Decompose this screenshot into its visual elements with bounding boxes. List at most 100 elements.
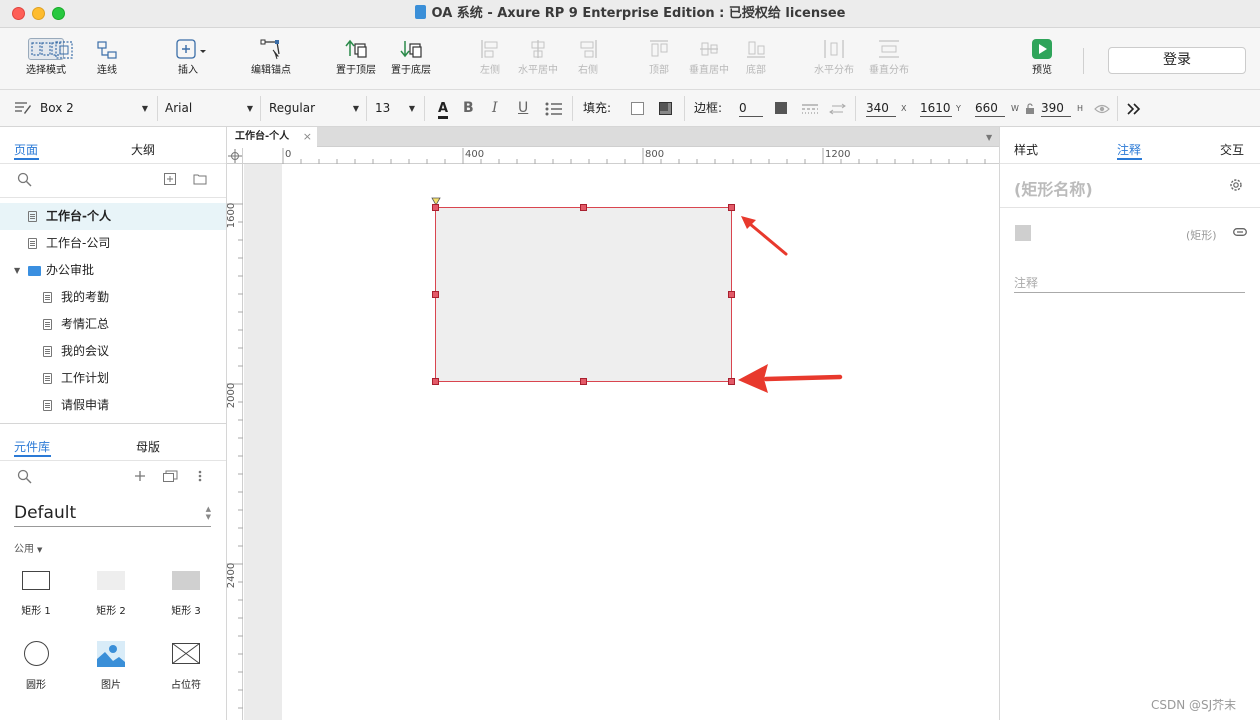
- page-item[interactable]: 工作台-公司: [0, 230, 226, 257]
- page-item[interactable]: 我的考勤: [0, 284, 226, 311]
- connect-button[interactable]: 连线: [88, 28, 126, 90]
- widget-rectangle-3[interactable]: 矩形 3: [156, 567, 216, 621]
- distribute-horizontal-button[interactable]: 水平分布: [810, 28, 858, 90]
- right-panel: 样式 注释 交互 (矩形名称) (矩形) 注释: [999, 127, 1260, 720]
- crop-select-button[interactable]: [51, 28, 77, 90]
- selected-rectangle-box[interactable]: [435, 207, 732, 382]
- tab-pages[interactable]: 页面: [14, 141, 38, 158]
- page-item[interactable]: 我的会议: [0, 338, 226, 365]
- document-tab[interactable]: 工作台-个人 ×: [227, 127, 317, 148]
- y-input[interactable]: 1610: [920, 100, 952, 117]
- settings-button[interactable]: [1228, 177, 1244, 193]
- caret-down-icon: ▼: [408, 104, 415, 113]
- widget-label: 圆形: [26, 680, 46, 691]
- border-label: 边框:: [694, 101, 723, 115]
- align-right-button[interactable]: 右侧: [572, 28, 604, 90]
- page-item[interactable]: 工作台-个人: [0, 203, 226, 230]
- w-input[interactable]: 660: [975, 100, 1005, 117]
- align-top-button[interactable]: 顶部: [643, 28, 675, 90]
- tab-outline[interactable]: 大纲: [131, 141, 155, 158]
- arrow-style-button[interactable]: [829, 103, 847, 115]
- library-copy-button[interactable]: [163, 470, 178, 482]
- library-search-button[interactable]: [17, 469, 32, 484]
- tab-interactions[interactable]: 交互: [1220, 141, 1244, 158]
- insert-icon: [176, 39, 206, 59]
- visibility-toggle[interactable]: [1094, 103, 1110, 115]
- insert-button[interactable]: 插入: [166, 28, 210, 90]
- list-button[interactable]: [545, 102, 563, 116]
- folder-item[interactable]: ▼ 办公审批: [0, 257, 226, 284]
- tab-notes[interactable]: 注释: [1117, 141, 1141, 158]
- shape-name-input[interactable]: (矩形名称): [1014, 176, 1224, 200]
- add-page-button[interactable]: [164, 173, 176, 185]
- border-color-swatch[interactable]: [775, 102, 787, 114]
- search-icon: [17, 172, 32, 187]
- align-bottom-button[interactable]: 底部: [740, 28, 772, 90]
- page-item[interactable]: 考情汇总: [0, 311, 226, 338]
- border-width-input[interactable]: 0: [739, 100, 763, 117]
- edit-points-button[interactable]: 编辑锚点: [248, 28, 294, 90]
- underline-button[interactable]: U: [518, 90, 528, 127]
- shadow-swatch[interactable]: [659, 102, 672, 115]
- bring-to-front-button[interactable]: 置于顶层: [334, 28, 378, 90]
- fill-color-swatch[interactable]: [631, 102, 644, 115]
- widget-image[interactable]: 图片: [81, 640, 141, 694]
- page-item[interactable]: 工作计划: [0, 365, 226, 392]
- more-options-button[interactable]: [1126, 102, 1142, 116]
- add-library-button[interactable]: [134, 470, 146, 482]
- resize-handle[interactable]: [432, 378, 439, 385]
- resize-handle[interactable]: [580, 204, 587, 211]
- note-field[interactable]: 注释: [1014, 274, 1245, 293]
- align-middle-button[interactable]: 垂直居中: [685, 28, 733, 90]
- distribute-horizontal-label: 水平分布: [814, 65, 854, 76]
- widget-rectangle-2[interactable]: 矩形 2: [81, 567, 141, 621]
- tab-masters[interactable]: 母版: [136, 438, 160, 455]
- page-search-button[interactable]: [17, 172, 32, 187]
- library-more-button[interactable]: [198, 470, 202, 482]
- x-input[interactable]: 340: [866, 100, 896, 117]
- page-item[interactable]: 请假申请: [0, 392, 226, 419]
- distribute-vertical-button[interactable]: 垂直分布: [865, 28, 913, 90]
- align-top-label: 顶部: [649, 65, 669, 76]
- font-size-value: 13: [375, 101, 391, 115]
- widget-circle[interactable]: 圆形: [6, 640, 66, 694]
- widget-rectangle-1[interactable]: 矩形 1: [6, 567, 66, 621]
- widget-style-icon: [14, 101, 32, 115]
- widget-style-select[interactable]: Box 2 ▼: [32, 98, 152, 119]
- library-select[interactable]: Default ▲ ▼: [14, 501, 211, 527]
- widget-label: 矩形 1: [21, 606, 51, 617]
- tab-libraries[interactable]: 元件库: [14, 438, 50, 455]
- font-family-select[interactable]: Arial ▼: [157, 98, 257, 119]
- bold-button[interactable]: B: [463, 90, 474, 127]
- align-right-icon: [580, 40, 597, 58]
- resize-handle[interactable]: [432, 204, 439, 211]
- resize-handle[interactable]: [728, 378, 735, 385]
- widget-placeholder[interactable]: 占位符: [156, 640, 216, 694]
- italic-button[interactable]: I: [492, 90, 498, 127]
- caret-down-icon: ▼: [141, 104, 148, 113]
- align-center-button[interactable]: 水平居中: [514, 28, 562, 90]
- tab-style[interactable]: 样式: [1014, 141, 1038, 158]
- font-style-select[interactable]: Regular ▼: [261, 98, 363, 119]
- preview-button[interactable]: 预览: [1026, 28, 1058, 90]
- dropdown-caret-icon: [200, 50, 206, 53]
- tab-overflow-icon[interactable]: ▼: [986, 133, 992, 142]
- resize-handle[interactable]: [728, 204, 735, 211]
- font-size-select[interactable]: 13 ▼: [367, 98, 419, 119]
- border-style-button[interactable]: [801, 103, 819, 115]
- resize-handle[interactable]: [432, 291, 439, 298]
- send-to-back-button[interactable]: 置于底层: [389, 28, 433, 90]
- h-input[interactable]: 390: [1041, 100, 1071, 117]
- rectangle-icon: [172, 571, 200, 590]
- login-button[interactable]: 登录: [1108, 47, 1246, 74]
- category-toggle[interactable]: 公用 ▼: [14, 540, 42, 555]
- close-tab-icon[interactable]: ×: [303, 127, 312, 147]
- align-left-button[interactable]: 左侧: [474, 28, 506, 90]
- font-color-button[interactable]: A: [435, 90, 451, 127]
- format-bar: Box 2 ▼ Arial ▼ Regular ▼ 13 ▼ A B I U 填充: 边…: [0, 90, 1260, 127]
- link-button[interactable]: [1233, 228, 1247, 236]
- lock-aspect-button[interactable]: [1025, 103, 1035, 115]
- resize-handle[interactable]: [580, 378, 587, 385]
- add-folder-button[interactable]: [193, 173, 207, 185]
- resize-handle[interactable]: [728, 291, 735, 298]
